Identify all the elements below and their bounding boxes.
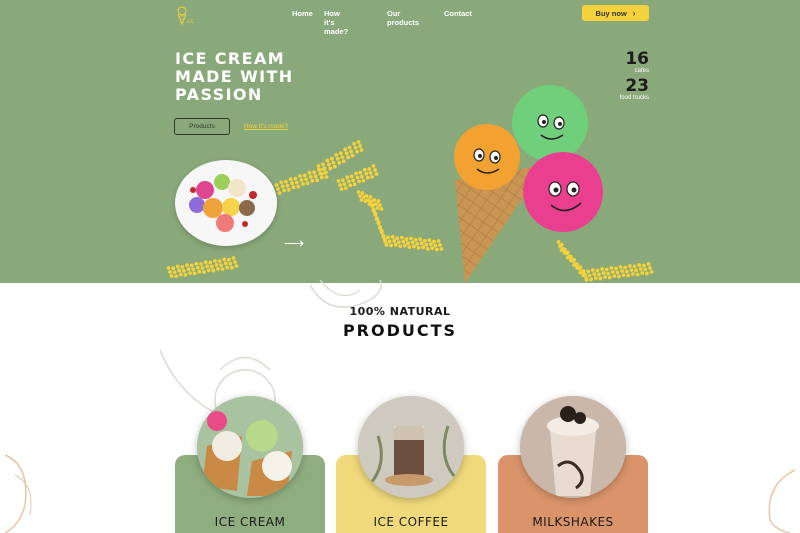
nav-home[interactable]: Home bbox=[292, 9, 313, 18]
hero-title-line: ICE CREAM bbox=[175, 49, 286, 68]
how-its-made-link[interactable]: How it's made? bbox=[244, 123, 288, 130]
hero-title: ICE CREAM MADE WITH PASSION bbox=[175, 50, 345, 104]
stat-food-trucks: 23 food trucks bbox=[620, 77, 649, 101]
stat-number: 16 bbox=[625, 49, 649, 69]
stat-label: food trucks bbox=[619, 95, 649, 101]
dotted-path-decoration bbox=[166, 140, 654, 282]
sketch-decoration bbox=[4, 454, 32, 533]
sketch-decoration bbox=[768, 469, 796, 533]
section-title: PRODUCTS bbox=[342, 321, 458, 340]
buy-now-label: Buy now bbox=[595, 8, 627, 18]
nav-our-products[interactable]: Our products bbox=[387, 9, 419, 27]
hero-section: ICE Home How it's made? Our products Con… bbox=[0, 0, 800, 283]
milkshake-image bbox=[520, 396, 626, 498]
buy-now-button[interactable]: Buy now › bbox=[582, 5, 649, 21]
hero-title-line: MADE WITH bbox=[175, 67, 294, 86]
product-card-name: ICE CREAM bbox=[214, 515, 286, 529]
hero-title-line: PASSION bbox=[175, 85, 263, 104]
arrow-right-icon[interactable]: ⟶ bbox=[284, 235, 304, 252]
stat-cafes: 16 cafes bbox=[625, 50, 649, 74]
nav-contact[interactable]: Contact bbox=[444, 9, 472, 18]
ice-coffee-image bbox=[358, 396, 464, 498]
chevron-right-icon: › bbox=[632, 8, 636, 18]
section-subtitle: 100% NATURAL bbox=[349, 305, 451, 318]
products-button[interactable]: Products bbox=[174, 118, 230, 135]
ice-cream-cone-image bbox=[454, 85, 603, 283]
ice-cream-plate-image bbox=[175, 160, 277, 246]
ice-cream-image bbox=[197, 396, 303, 498]
stat-number: 23 bbox=[625, 76, 649, 96]
product-card-name: MILKSHAKES bbox=[532, 515, 614, 529]
nav-how-its-made[interactable]: How it's made? bbox=[324, 9, 348, 36]
svg-text:ICE: ICE bbox=[187, 19, 194, 24]
product-card-name: ICE COFFEE bbox=[373, 515, 449, 529]
ice-cream-logo-icon[interactable]: ICE bbox=[174, 4, 200, 28]
